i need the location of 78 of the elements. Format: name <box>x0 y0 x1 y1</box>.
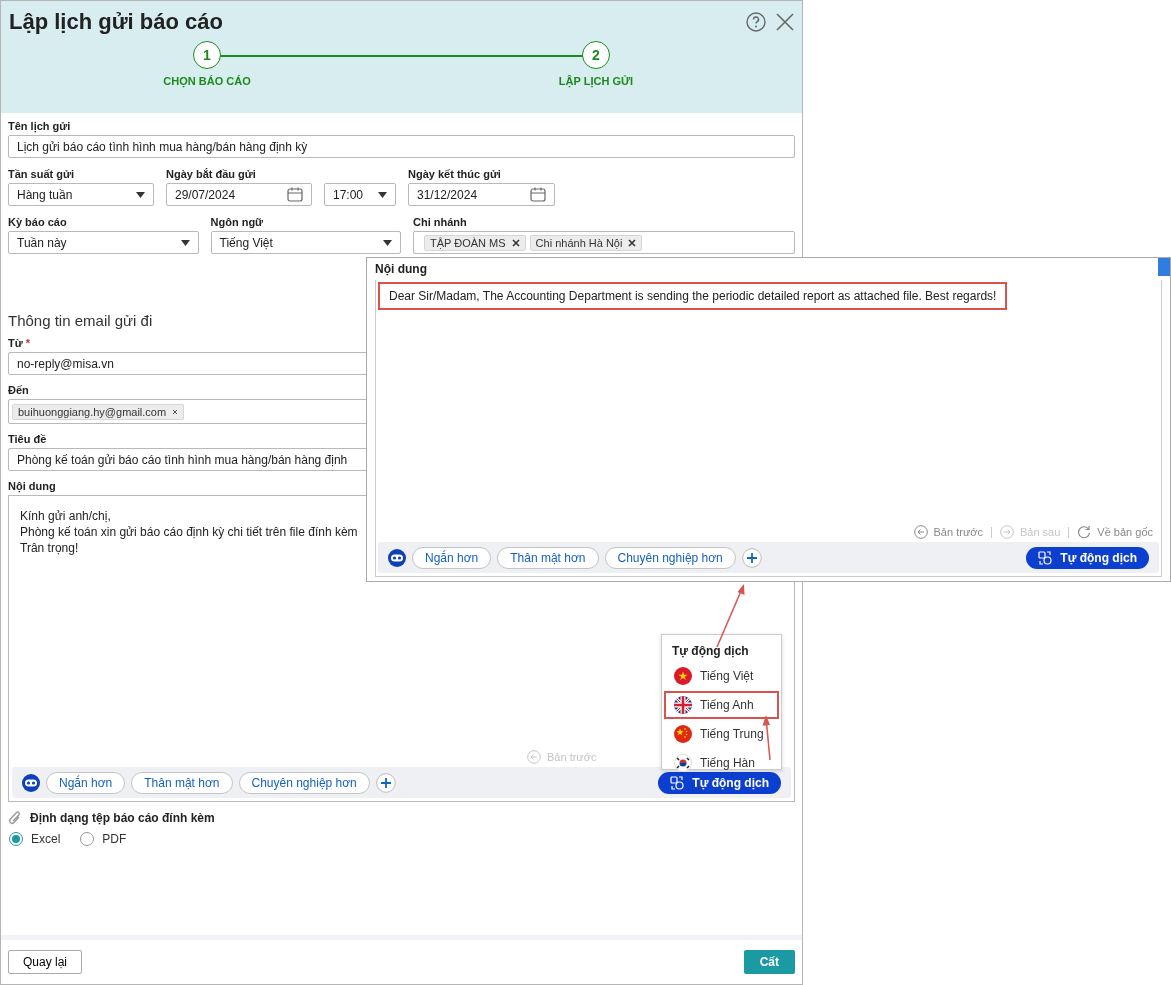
translate-button[interactable]: Tự động dịch <box>1026 546 1149 569</box>
reset-link[interactable]: Về bản gốc <box>1077 525 1153 539</box>
refresh-icon <box>1077 525 1092 539</box>
content-line: Kính gửi anh/chị, <box>20 508 112 524</box>
translate-icon <box>1038 550 1053 565</box>
caret-icon <box>383 239 392 246</box>
step-label: LẬP LỊCH GỬI <box>558 75 634 87</box>
annotation-arrow <box>716 584 745 648</box>
name-field[interactable]: Lịch gửi báo cáo tình hình mua hàng/bán hàng định kỳ <box>8 135 795 158</box>
format-radio[interactable]: PDF <box>80 832 127 846</box>
branch-field[interactable]: TẬP ĐOÀN MS Chi nhánh Hà Nội <box>413 231 795 254</box>
caret-icon <box>378 191 387 198</box>
content-line: Trân trọng! <box>20 540 80 556</box>
section-heading: Thông tin email gửi đi <box>8 312 154 329</box>
paperclip-icon <box>8 810 22 826</box>
frequency-dropdown[interactable]: Hàng tuần <box>8 183 154 206</box>
rewrite-chip[interactable]: Chuyên nghiệp hơn <box>238 771 370 794</box>
field-label: Chi nhánh <box>413 216 468 228</box>
field-label: Tần suất gửi <box>8 168 76 180</box>
radio-dot[interactable] <box>9 832 23 846</box>
field-label: Đến <box>8 384 30 396</box>
section-label: Định dạng tệp báo cáo đính kèm <box>30 811 215 825</box>
start-date-field[interactable]: 29/07/2024 <box>166 183 312 206</box>
branch-tag[interactable]: TẬP ĐOÀN MS <box>424 234 526 251</box>
field-label: Tên lịch gửi <box>8 120 72 132</box>
rewrite-chip[interactable]: Thân mật hơn <box>497 546 599 569</box>
required-mark: * <box>25 337 30 349</box>
caret-icon <box>180 239 190 246</box>
language-dropdown[interactable]: Tiếng Việt <box>210 231 401 254</box>
step-number: 2 <box>582 41 610 69</box>
rewrite-chip[interactable]: Thân mật hơn <box>131 771 233 794</box>
close-icon[interactable] <box>776 13 794 31</box>
add-icon[interactable] <box>375 772 396 793</box>
calendar-icon[interactable] <box>530 187 546 202</box>
calendar-icon[interactable] <box>287 187 303 202</box>
field-label: Nội dung <box>375 262 428 276</box>
field-label: Tiêu đề <box>8 433 48 445</box>
menu-title: Tự động dịch <box>671 643 750 660</box>
branch-tag[interactable]: Chi nhánh Hà Nội <box>529 234 643 251</box>
annotation-arrow <box>762 715 771 761</box>
field-label: Ngôn ngữ <box>210 216 265 228</box>
format-radio[interactable]: Excel <box>9 832 61 846</box>
translate-button[interactable]: Tự động dịch <box>658 771 781 794</box>
dialog-title: Lập lịch gửi báo cáo <box>9 9 223 35</box>
flag-icon <box>674 725 692 743</box>
period-dropdown[interactable]: Tuần này <box>8 231 199 254</box>
rewrite-chip[interactable]: Ngắn hơn <box>412 546 492 569</box>
language-option[interactable]: Tiếng Việt <box>664 662 779 690</box>
end-date-field[interactable]: 31/12/2024 <box>408 183 555 206</box>
field-label: Nội dung <box>8 480 57 492</box>
time-dropdown[interactable]: 17:00 <box>324 183 396 206</box>
language-option[interactable]: Tiếng Anh <box>664 691 779 719</box>
field-label: Ngày bắt đầu gửi <box>166 168 257 180</box>
content-line: Phòng kế toán xin gửi báo cáo định kỳ chi tiết trên file đính kèm <box>20 524 359 540</box>
field-label: Từ <box>8 337 23 349</box>
field-label: Kỳ báo cáo <box>8 216 68 228</box>
radio-dot[interactable] <box>80 832 95 846</box>
remove-icon[interactable] <box>511 238 520 247</box>
back-button[interactable]: Quay lại <box>8 950 83 974</box>
help-icon[interactable] <box>746 12 766 32</box>
translated-text: Dear Sir/Madam, The Accounting Department is sending the periodic detailed report as attached file. Best regards! <box>378 282 1008 310</box>
robot-icon[interactable] <box>388 548 406 567</box>
recipient-tag[interactable]: buihuonggiang.hy@gmail.com <box>12 403 185 420</box>
remove-icon[interactable] <box>628 238 637 247</box>
language-option[interactable]: Tiếng Trung <box>664 720 779 748</box>
add-icon[interactable] <box>741 547 762 568</box>
flag-icon <box>674 667 692 685</box>
step-label: CHỌN BÁO CÁO <box>163 75 251 87</box>
rewrite-chip[interactable]: Chuyên nghiệp hơn <box>604 546 736 569</box>
flag-icon <box>674 696 692 714</box>
caret-icon <box>136 191 145 198</box>
step-number: 1 <box>193 41 221 69</box>
rewrite-chip[interactable]: Ngắn hơn <box>46 771 126 794</box>
translate-icon <box>670 775 685 790</box>
robot-icon[interactable] <box>22 773 40 792</box>
field-label: Ngày kết thúc gửi <box>408 168 502 180</box>
back-link[interactable]: Bản trước <box>913 525 983 539</box>
remove-icon[interactable] <box>172 408 179 415</box>
